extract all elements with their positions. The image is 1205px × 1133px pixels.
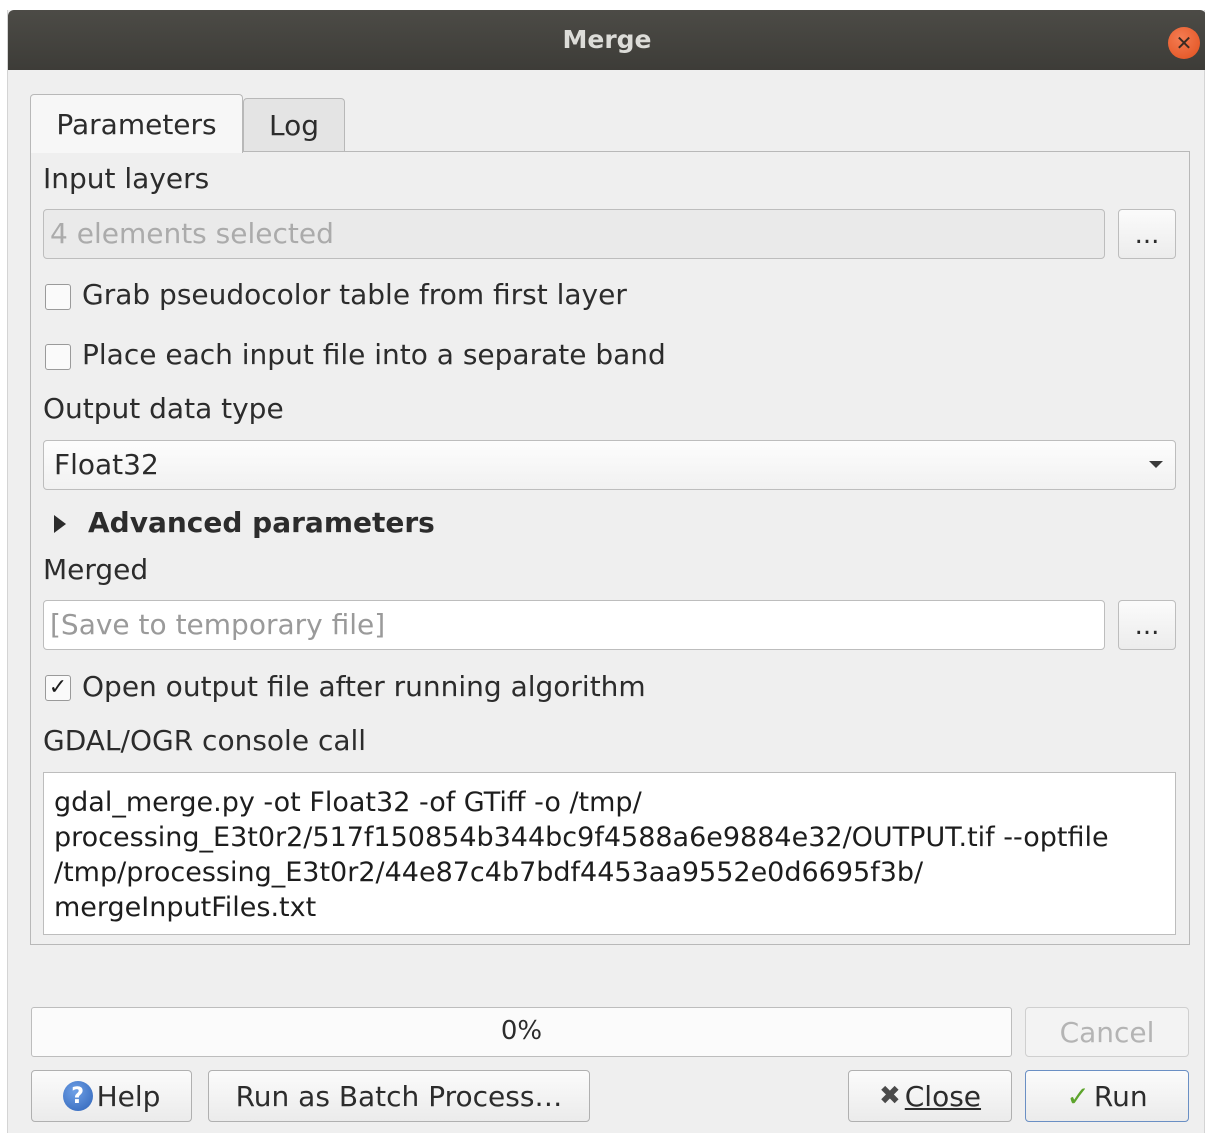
console-call-text[interactable]: gdal_merge.py -ot Float32 -of GTiff -o /…: [43, 772, 1176, 935]
expand-triangle-icon[interactable]: [54, 515, 66, 533]
run-batch-button[interactable]: Run as Batch Process…: [208, 1070, 590, 1122]
run-batch-label: Run as Batch Process…: [235, 1079, 563, 1113]
output-data-type-value: Float32: [54, 448, 159, 481]
merged-output-field[interactable]: [Save to temporary file]: [43, 600, 1105, 650]
window-title: Merge: [562, 25, 652, 54]
cancel-button[interactable]: Cancel: [1025, 1007, 1189, 1057]
input-layers-browse-button[interactable]: ...: [1118, 209, 1176, 259]
progress-text: 0%: [500, 1016, 543, 1046]
input-layers-field[interactable]: 4 elements selected: [43, 209, 1105, 259]
progress-bar: 0%: [31, 1007, 1012, 1057]
cancel-label: Cancel: [1059, 1015, 1155, 1049]
open-output-checkbox[interactable]: ✓: [45, 675, 71, 701]
separate-band-label: Place each input file into a separate ba…: [82, 338, 666, 371]
title-bar[interactable]: Merge ✕: [8, 10, 1205, 70]
window-close-icon[interactable]: ✕: [1168, 27, 1200, 59]
grab-pseudocolor-checkbox[interactable]: [45, 284, 71, 310]
merged-placeholder: [Save to temporary file]: [50, 608, 386, 641]
close-button[interactable]: ✖ Close: [848, 1070, 1012, 1122]
tab-log[interactable]: Log: [243, 98, 345, 151]
tab-log-label: Log: [268, 108, 319, 142]
help-label: Help: [96, 1079, 161, 1113]
help-button[interactable]: ? Help: [31, 1070, 192, 1122]
tab-parameters-label: Parameters: [56, 107, 217, 141]
output-data-type-label: Output data type: [43, 392, 284, 425]
output-data-type-select[interactable]: Float32: [43, 440, 1176, 490]
checkmark-icon: ✓: [1066, 1079, 1090, 1113]
close-label: Close: [904, 1079, 982, 1113]
separate-band-checkbox[interactable]: [45, 344, 71, 370]
advanced-parameters-label[interactable]: Advanced parameters: [88, 506, 435, 539]
input-layers-label: Input layers: [43, 162, 210, 195]
merge-dialog: Merge ✕ Parameters Log Input layers 4 el…: [7, 10, 1205, 1133]
tab-parameters[interactable]: Parameters: [30, 94, 243, 153]
console-call-label: GDAL/OGR console call: [43, 724, 367, 757]
close-icon: ✖: [878, 1081, 901, 1111]
grab-pseudocolor-label: Grab pseudocolor table from first layer: [82, 278, 627, 311]
merged-browse-button[interactable]: ...: [1118, 600, 1176, 650]
open-output-label: Open output file after running algorithm: [82, 670, 646, 703]
run-label: Run: [1093, 1079, 1148, 1113]
chevron-down-icon: [1149, 461, 1163, 468]
merged-label: Merged: [43, 553, 149, 586]
run-button[interactable]: ✓ Run: [1025, 1070, 1189, 1122]
help-icon: ?: [62, 1081, 93, 1111]
